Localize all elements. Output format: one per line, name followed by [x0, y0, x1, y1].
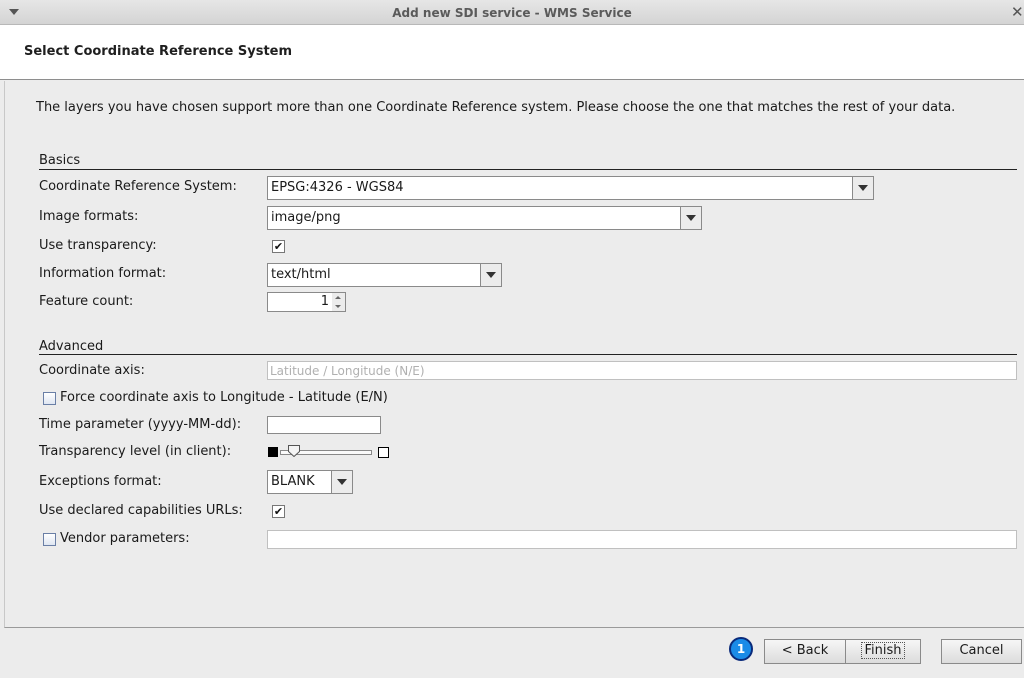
- info-format-combo[interactable]: text/html: [267, 263, 502, 287]
- cancel-button[interactable]: Cancel: [941, 639, 1022, 664]
- use-transparency-checkbox[interactable]: ✔: [272, 240, 285, 253]
- crs-label: Coordinate Reference System:: [39, 179, 237, 194]
- time-param-input[interactable]: [267, 416, 381, 434]
- time-param-label: Time parameter (yyyy-MM-dd):: [39, 417, 242, 432]
- declared-urls-label: Use declared capabilities URLs:: [39, 503, 243, 518]
- transparency-level-label: Transparency level (in client):: [39, 444, 232, 459]
- vendor-params-label[interactable]: Vendor parameters:: [60, 531, 190, 546]
- wizard-step-title: Select Coordinate Reference System: [24, 44, 293, 59]
- vendor-params-input: [267, 530, 1017, 549]
- decrement-icon[interactable]: [335, 305, 341, 308]
- crs-combo[interactable]: EPSG:4326 - WGS84: [267, 176, 874, 200]
- back-button[interactable]: < Back: [764, 639, 846, 664]
- exceptions-format-value: BLANK: [271, 474, 315, 489]
- chevron-down-icon[interactable]: [680, 207, 701, 229]
- info-format-value: text/html: [271, 267, 331, 282]
- chevron-down-icon[interactable]: [480, 264, 501, 286]
- chevron-down-icon[interactable]: [852, 177, 873, 199]
- feature-count-stepper[interactable]: [332, 292, 346, 312]
- declared-urls-checkbox[interactable]: ✔: [272, 505, 285, 518]
- coord-axis-label: Coordinate axis:: [39, 363, 145, 378]
- slider-min-swatch: [268, 447, 278, 457]
- window-title: Add new SDI service - WMS Service: [392, 6, 632, 20]
- crs-combo-value: EPSG:4326 - WGS84: [271, 180, 404, 195]
- finish-button-label: Finish: [861, 642, 905, 659]
- image-formats-combo[interactable]: image/png: [267, 206, 702, 230]
- use-transparency-label: Use transparency:: [39, 238, 157, 253]
- slider-max-swatch: [378, 447, 389, 458]
- force-axis-checkbox[interactable]: [43, 392, 56, 405]
- feature-count-spinner[interactable]: 1: [267, 292, 333, 312]
- intro-text: The layers you have chosen support more …: [36, 100, 956, 115]
- finish-button[interactable]: Finish: [845, 639, 921, 664]
- transparency-slider-thumb[interactable]: [287, 445, 300, 457]
- coord-axis-field: Latitude / Longitude (N/E): [267, 361, 1017, 380]
- info-format-label: Information format:: [39, 266, 167, 281]
- close-icon[interactable]: ✕: [1011, 2, 1024, 22]
- basics-separator: [39, 169, 1017, 170]
- advanced-section-title: Advanced: [39, 339, 104, 354]
- image-formats-label: Image formats:: [39, 209, 139, 224]
- step-marker-badge: 1: [729, 637, 753, 661]
- image-formats-value: image/png: [271, 210, 341, 225]
- advanced-separator: [39, 354, 1017, 355]
- feature-count-label: Feature count:: [39, 294, 134, 309]
- chevron-down-icon[interactable]: [331, 471, 352, 493]
- basics-section-title: Basics: [39, 153, 81, 168]
- increment-icon[interactable]: [335, 296, 341, 299]
- force-axis-label[interactable]: Force coordinate axis to Longitude - Lat…: [60, 390, 388, 405]
- exceptions-format-label: Exceptions format:: [39, 474, 162, 489]
- vendor-params-checkbox[interactable]: [43, 533, 56, 546]
- exceptions-format-combo[interactable]: BLANK: [267, 470, 353, 494]
